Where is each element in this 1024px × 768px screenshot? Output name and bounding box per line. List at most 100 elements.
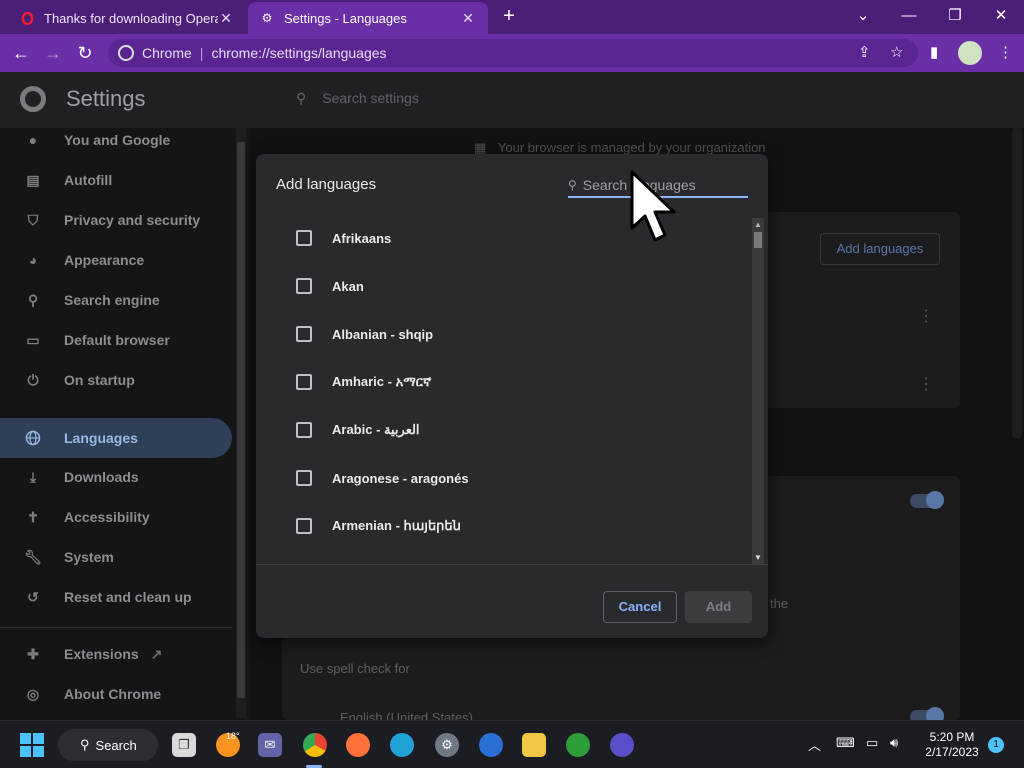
tab-settings-languages[interactable]: ⚙ Settings - Languages ✕ <box>248 2 488 34</box>
sidebar-item-extensions[interactable]: ✚ Extensions ↗ <box>0 634 232 674</box>
list-item[interactable]: Armenian - հայերեն <box>256 502 746 550</box>
add-languages-button[interactable]: Add languages <box>820 233 940 265</box>
tab-title: Thanks for downloading Opera <box>44 10 218 26</box>
scheme-chip: Chrome <box>142 45 192 61</box>
taskbar: ⚲ Search ❐ 18° ✉ ⚙ ︿ ⌨ ▭ 🔊︎ 5:20 PM 2/17… <box>0 720 1024 768</box>
minimize-button[interactable]: — <box>886 4 932 30</box>
sidebar-item-downloads[interactable]: ⤓ Downloads <box>0 457 232 497</box>
sidebar-item-accessibility[interactable]: ✝ Accessibility <box>0 497 232 537</box>
chrome-icon <box>118 45 134 61</box>
scroll-down-icon[interactable]: ▼ <box>754 553 762 562</box>
sidebar-item-languages[interactable]: Languages <box>0 418 232 458</box>
power-icon: ⏻ <box>27 371 39 388</box>
address-bar[interactable]: Chrome | chrome://settings/languages <box>108 39 918 67</box>
side-panel-icon[interactable]: ▮ <box>930 43 938 61</box>
sidebar-item-privacy[interactable]: ⛉ Privacy and security <box>0 200 232 240</box>
sidebar-item-default-browser[interactable]: ▭ Default browser <box>0 320 232 360</box>
task-view-icon[interactable]: ❐ <box>172 733 196 757</box>
sidebar-item-system[interactable]: 🔧︎ System <box>0 537 232 577</box>
close-icon[interactable]: ✕ <box>218 10 234 27</box>
spell-check-label: Use spell check for <box>300 661 410 676</box>
omnibox-separator: | <box>199 45 204 61</box>
notification-badge[interactable]: 1 <box>988 737 1004 753</box>
sidebar-item-about-chrome[interactable]: ◎ About Chrome <box>0 674 232 714</box>
forward-button[interactable]: → <box>40 40 66 66</box>
checkbox[interactable] <box>296 422 312 438</box>
checkbox[interactable] <box>296 518 312 534</box>
clock-time: 5:20 PM <box>929 730 975 744</box>
restore-button[interactable]: ❐ <box>932 4 978 30</box>
avatar[interactable] <box>958 41 982 65</box>
share-icon[interactable]: ⇪ <box>858 43 871 61</box>
search-settings-input[interactable]: ⚲ Search settings <box>282 80 958 116</box>
wrench-icon: 🔧︎ <box>24 548 42 565</box>
tab-opera-download[interactable]: Thanks for downloading Opera ✕ <box>8 2 246 34</box>
person-icon: ● <box>28 132 38 148</box>
reset-icon: ↺ <box>27 588 39 605</box>
file-explorer-icon[interactable] <box>522 733 546 757</box>
mouse-cursor-icon <box>630 170 676 242</box>
globe-icon <box>24 429 42 447</box>
opera-icon <box>20 11 34 25</box>
dialog-divider <box>256 564 768 565</box>
language-label: Albanian - shqip <box>332 326 434 342</box>
new-tab-button[interactable]: + <box>498 6 520 28</box>
sidebar-item-search-engine[interactable]: ⚲ Search engine <box>0 280 232 320</box>
reload-button[interactable]: ↻ <box>72 40 98 66</box>
sidebar-item-reset[interactable]: ↺ Reset and clean up <box>0 577 232 617</box>
menu-icon[interactable]: ⋮ <box>998 43 1013 61</box>
scrollbar-thumb[interactable] <box>754 232 762 248</box>
taskbar-search[interactable]: ⚲ Search <box>58 729 158 761</box>
add-languages-dialog: Add languages ⚲ Afrikaans Akan Albanian … <box>256 154 768 638</box>
spell-check-toggle[interactable] <box>910 491 944 509</box>
star-icon[interactable]: ☆ <box>890 43 903 61</box>
volume-icon[interactable]: 🔊︎ <box>890 735 898 751</box>
list-item[interactable]: Arabic - العربية <box>256 406 746 454</box>
browser-icon: ▭ <box>26 331 40 348</box>
network-icon[interactable]: ▭ <box>866 735 878 751</box>
sidebar-item-on-startup[interactable]: ⏻ On startup <box>0 360 232 400</box>
chevron-up-icon[interactable]: ︿ <box>808 735 821 754</box>
scrollbar-thumb[interactable] <box>237 142 245 698</box>
clock[interactable]: 5:20 PM 2/17/2023 <box>920 730 984 760</box>
add-button[interactable]: Add <box>685 591 752 623</box>
back-button[interactable]: ← <box>8 40 34 66</box>
checkbox[interactable] <box>296 470 312 486</box>
scroll-up-icon[interactable]: ▲ <box>754 220 762 229</box>
keyboard-icon[interactable]: ⌨ <box>836 735 855 751</box>
list-item[interactable]: Aragonese - aragonés <box>256 454 746 502</box>
sidebar-item-autofill[interactable]: ▤ Autofill <box>0 160 232 200</box>
windows-start-icon[interactable] <box>20 733 44 757</box>
more-options-icon[interactable]: ⋮ <box>918 306 934 326</box>
drop-app-icon[interactable] <box>479 733 503 757</box>
chrome-taskbar-icon[interactable] <box>303 733 327 757</box>
page-scrollbar[interactable] <box>1012 128 1022 438</box>
checkbox[interactable] <box>296 374 312 390</box>
sidebar-scrollbar[interactable] <box>236 128 246 718</box>
sidebar-item-appearance[interactable]: ◕ Appearance <box>0 240 232 280</box>
language-label: Arabic - العربية <box>332 422 420 437</box>
settings-gear-icon[interactable]: ⚙ <box>435 733 459 757</box>
close-window-button[interactable]: ✕ <box>978 4 1024 30</box>
edge-icon[interactable] <box>390 733 414 757</box>
checkbox[interactable] <box>296 326 312 342</box>
globe-app-icon[interactable] <box>610 733 634 757</box>
sidebar-item-label: System <box>64 549 114 565</box>
taskbar-search-label: Search <box>95 737 137 753</box>
list-scrollbar[interactable]: ▲ ▼ <box>752 218 764 564</box>
sidebar-item-you-and-google[interactable]: ● You and Google <box>0 120 232 160</box>
checkbox[interactable] <box>296 230 312 246</box>
list-item[interactable]: Akan <box>256 262 746 310</box>
language-label: Afrikaans <box>332 230 392 246</box>
palette-icon: ◕ <box>28 252 38 268</box>
tab-search-icon[interactable]: ⌄ <box>840 4 886 30</box>
list-item[interactable]: Amharic - አማርኛ <box>256 358 746 406</box>
more-options-icon[interactable]: ⋮ <box>918 374 934 394</box>
list-item[interactable]: Albanian - shqip <box>256 310 746 358</box>
firefox-icon[interactable] <box>346 733 370 757</box>
checkbox[interactable] <box>296 278 312 294</box>
cancel-button[interactable]: Cancel <box>603 591 677 623</box>
close-icon[interactable]: ✕ <box>460 10 476 27</box>
green-drop-icon[interactable] <box>566 733 590 757</box>
teams-chat-icon[interactable]: ✉ <box>258 733 282 757</box>
